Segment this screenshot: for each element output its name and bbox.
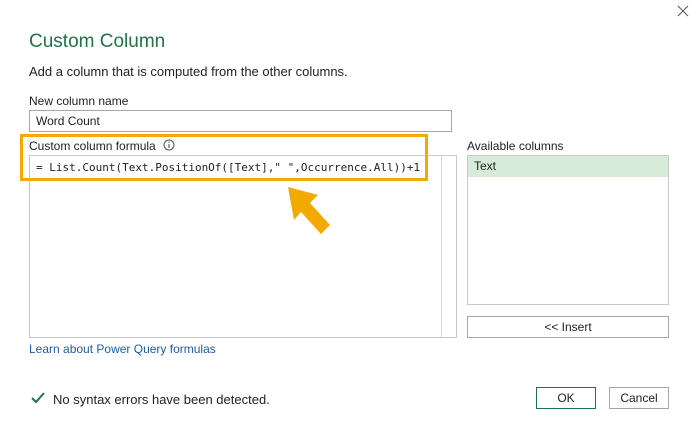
cancel-button[interactable]: Cancel — [609, 387, 669, 409]
custom-formula-label: Custom column formula — [29, 139, 156, 153]
checkmark-icon — [31, 392, 45, 404]
custom-formula-editor[interactable]: = List.Count(Text.PositionOf([Text]," ",… — [29, 155, 457, 338]
new-column-name-label: New column name — [29, 94, 129, 108]
close-icon[interactable] — [676, 4, 690, 18]
list-item[interactable]: Text — [468, 156, 668, 177]
ok-button[interactable]: OK — [536, 387, 596, 409]
new-column-name-input[interactable] — [29, 110, 452, 132]
insert-button[interactable]: << Insert — [467, 316, 669, 338]
formula-text: = List.Count(Text.PositionOf([Text]," ",… — [36, 161, 421, 174]
formula-editor-divider — [441, 156, 442, 337]
available-columns-label: Available columns — [467, 139, 564, 153]
learn-power-query-link[interactable]: Learn about Power Query formulas — [29, 342, 216, 356]
dialog-subtitle: Add a column that is computed from the o… — [29, 64, 348, 79]
dialog-title: Custom Column — [29, 31, 166, 52]
available-columns-list[interactable]: Text — [467, 155, 669, 305]
syntax-status: No syntax errors have been detected. — [53, 392, 270, 407]
info-icon[interactable] — [163, 139, 175, 151]
